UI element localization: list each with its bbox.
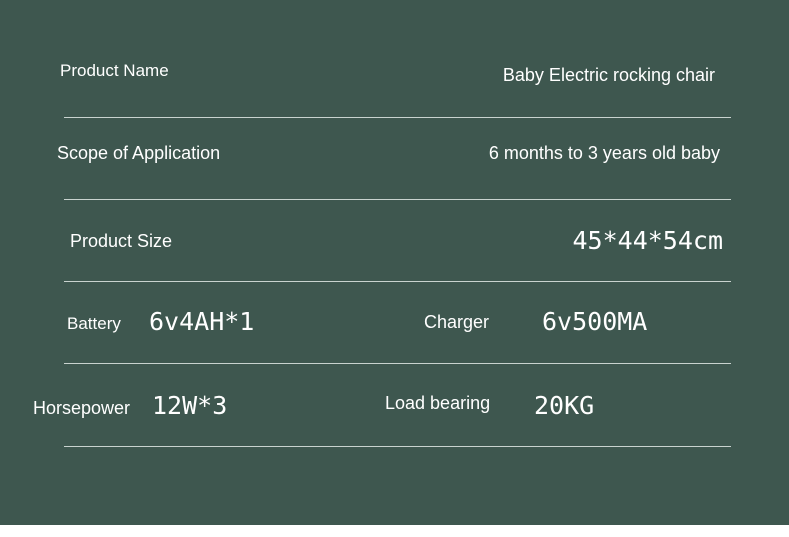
divider-2 <box>64 199 731 200</box>
divider-1 <box>64 117 731 118</box>
product-size-label: Product Size <box>70 231 173 251</box>
divider-5 <box>64 446 731 447</box>
scope-value: 6 months to 3 years old baby <box>488 143 720 163</box>
product-size-value: 45*44*54cm <box>572 226 723 255</box>
battery-value: 6v4AH*1 <box>149 307 255 336</box>
spec-panel: Product Name Baby Electric rocking chair… <box>0 0 789 525</box>
load-bearing-label: Load bearing <box>385 393 491 413</box>
divider-3 <box>64 281 731 282</box>
charger-value: 6v500MA <box>542 307 648 336</box>
divider-4 <box>64 363 731 364</box>
scope-label: Scope of Application <box>57 143 221 163</box>
battery-label: Battery <box>67 314 121 333</box>
charger-label: Charger <box>424 312 490 332</box>
horsepower-value: 12W*3 <box>152 391 228 420</box>
product-name-label: Product Name <box>60 61 169 80</box>
horsepower-label: Horsepower <box>33 398 131 418</box>
load-bearing-value: 20KG <box>534 391 595 420</box>
product-name-value: Baby Electric rocking chair <box>502 65 715 85</box>
